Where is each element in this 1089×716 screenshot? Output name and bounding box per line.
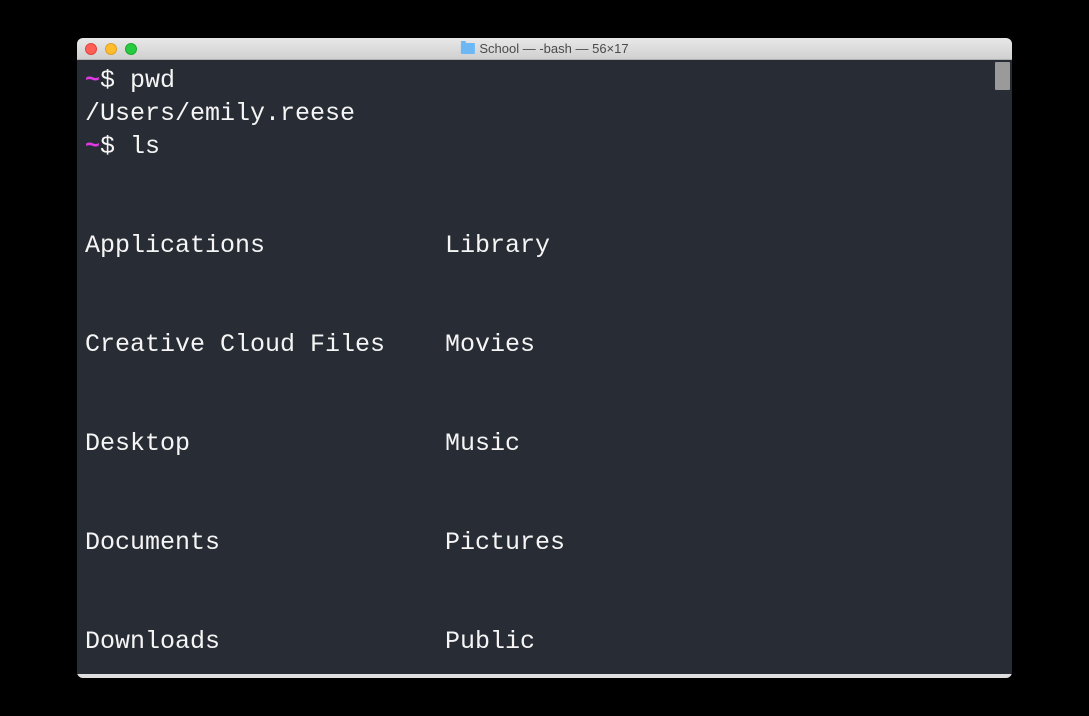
ls-column-1: Applications Creative Cloud Files Deskto…: [85, 163, 445, 678]
ls-item: Downloads: [85, 625, 445, 658]
ls-item: Documents: [85, 526, 445, 559]
folder-icon: [460, 43, 474, 54]
window-title-text: School — -bash — 56×17: [479, 41, 628, 56]
minimize-button[interactable]: [105, 43, 117, 55]
prompt-path: ~: [85, 66, 100, 95]
titlebar[interactable]: School — -bash — 56×17: [77, 38, 1012, 60]
ls-item: Public: [445, 625, 565, 658]
command: ls: [130, 132, 160, 161]
ls-item: Movies: [445, 328, 565, 361]
window-title: School — -bash — 56×17: [460, 41, 628, 56]
ls-item: Library: [445, 229, 565, 262]
output-line: /Users/emily.reese: [85, 97, 1004, 130]
close-button[interactable]: [85, 43, 97, 55]
traffic-lights: [77, 43, 137, 55]
prompt-path: ~: [85, 132, 100, 161]
ls-output: Applications Creative Cloud Files Deskto…: [85, 163, 1004, 678]
terminal-window: School — -bash — 56×17 ~$ pwd /Users/emi…: [77, 38, 1012, 678]
prompt-line: ~$ ls: [85, 130, 1004, 163]
ls-item: Music: [445, 427, 565, 460]
maximize-button[interactable]: [125, 43, 137, 55]
ls-item: Creative Cloud Files: [85, 328, 445, 361]
prompt-dollar: $: [100, 132, 115, 161]
ls-item: Applications: [85, 229, 445, 262]
scrollbar-thumb[interactable]: [995, 62, 1010, 90]
command: pwd: [130, 66, 175, 95]
terminal-body[interactable]: ~$ pwd /Users/emily.reese ~$ ls Applicat…: [77, 60, 1012, 678]
prompt-dollar: $: [100, 66, 115, 95]
window-bottom-edge: [77, 674, 1012, 678]
ls-item: Desktop: [85, 427, 445, 460]
ls-item: Pictures: [445, 526, 565, 559]
prompt-line: ~$ pwd: [85, 64, 1004, 97]
ls-column-2: Library Movies Music Pictures Public: [445, 163, 565, 678]
